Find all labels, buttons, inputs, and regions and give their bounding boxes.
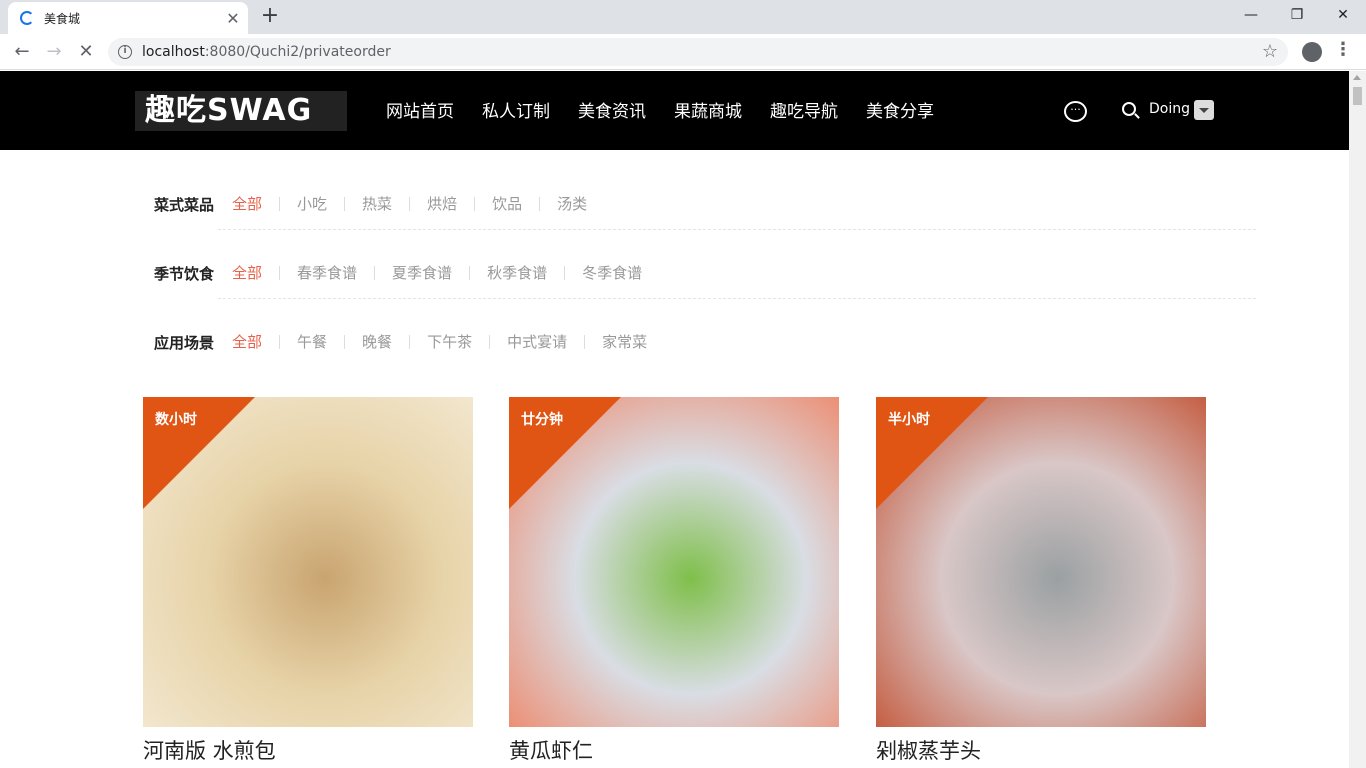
back-button[interactable]: ← xyxy=(8,38,36,66)
filter-option[interactable]: 全部 xyxy=(232,266,279,281)
filter-option[interactable]: 烘焙 xyxy=(409,197,474,212)
filter-row-scenario: 应用场景 全部 午餐 晚餐 下午茶 中式宴请 家常菜 xyxy=(154,330,664,354)
filter-option[interactable]: 家常菜 xyxy=(584,335,664,350)
time-tag-text: 廿分钟 xyxy=(521,412,563,428)
page-content: 趣吃SWAG 网站首页 私人订制 美食资讯 果蔬商城 趣吃导航 美食分享 ···… xyxy=(0,71,1349,768)
close-tab-icon[interactable]: ✕ xyxy=(222,9,244,28)
filter-option[interactable]: 全部 xyxy=(232,197,279,212)
recipe-card[interactable]: 数小时 河南版 水煎包 xyxy=(143,397,473,765)
loading-icon xyxy=(20,11,34,25)
filter-option[interactable]: 全部 xyxy=(232,335,279,350)
time-tag-text: 数小时 xyxy=(155,412,197,428)
nav-food-news[interactable]: 美食资讯 xyxy=(578,97,646,122)
recipe-photo[interactable]: 数小时 xyxy=(143,397,473,727)
site-header: 趣吃SWAG 网站首页 私人订制 美食资讯 果蔬商城 趣吃导航 美食分享 ···… xyxy=(0,71,1349,150)
scroll-up-icon[interactable] xyxy=(1353,75,1361,80)
close-window-button[interactable]: ✕ xyxy=(1320,0,1366,30)
page-scrollbar[interactable] xyxy=(1349,71,1366,768)
filter-option[interactable]: 冬季食谱 xyxy=(564,266,659,281)
restore-button[interactable]: ❐ xyxy=(1274,0,1320,30)
info-icon[interactable]: i xyxy=(118,45,132,59)
new-tab-button[interactable]: + xyxy=(258,4,282,28)
filter-option[interactable]: 春季食谱 xyxy=(279,266,374,281)
search-icon[interactable] xyxy=(1122,102,1136,116)
filter-row-dish-type: 菜式菜品 全部 小吃 热菜 烘焙 饮品 汤类 xyxy=(154,192,604,216)
nav-private-order[interactable]: 私人订制 xyxy=(482,97,550,122)
url-path: :8080/Quchi2/privateorder xyxy=(204,44,391,60)
minimize-button[interactable]: — xyxy=(1228,0,1274,30)
url-host: localhost xyxy=(142,44,205,60)
nav-fruit-shop[interactable]: 果蔬商城 xyxy=(674,97,742,122)
browser-tab-bar: 美食城 ✕ + — ❐ ✕ xyxy=(0,0,1366,34)
divider xyxy=(218,298,1256,299)
scroll-thumb[interactable] xyxy=(1353,87,1362,105)
nav-home[interactable]: 网站首页 xyxy=(386,97,454,122)
user-dropdown-button[interactable] xyxy=(1194,100,1214,120)
browser-toolbar: ← → ✕ i localhost:8080/Quchi2/privateord… xyxy=(0,34,1366,70)
time-tag-text: 半小时 xyxy=(888,412,930,428)
browser-menu-icon[interactable]: ⋮ xyxy=(1334,39,1352,60)
address-bar[interactable]: i localhost:8080/Quchi2/privateorder ☆ xyxy=(108,38,1288,66)
filter-label: 季节饮食 xyxy=(154,264,215,283)
chat-icon[interactable]: ··· xyxy=(1064,101,1087,122)
username[interactable]: Doing xyxy=(1149,101,1190,117)
recipe-photo[interactable]: 半小时 xyxy=(876,397,1206,727)
forward-button[interactable]: → xyxy=(40,38,68,66)
filter-label: 菜式菜品 xyxy=(154,195,215,214)
filter-option[interactable]: 小吃 xyxy=(279,197,344,212)
main-nav: 网站首页 私人订制 美食资讯 果蔬商城 趣吃导航 美食分享 xyxy=(386,97,962,122)
filter-option[interactable]: 中式宴请 xyxy=(489,335,584,350)
stop-loading-button[interactable]: ✕ xyxy=(72,38,100,66)
recipe-name[interactable]: 河南版 水煎包 xyxy=(143,735,473,765)
profile-avatar-icon[interactable] xyxy=(1302,42,1322,62)
filter-option[interactable]: 夏季食谱 xyxy=(374,266,469,281)
recipe-card[interactable]: 廿分钟 黄瓜虾仁 xyxy=(509,397,839,765)
browser-tab[interactable]: 美食城 ✕ xyxy=(8,2,248,34)
divider xyxy=(218,229,1256,230)
filter-option[interactable]: 晚餐 xyxy=(344,335,409,350)
site-logo[interactable]: 趣吃SWAG xyxy=(135,91,347,131)
filter-row-season: 季节饮食 全部 春季食谱 夏季食谱 秋季食谱 冬季食谱 xyxy=(154,261,659,285)
recipe-photo[interactable]: 廿分钟 xyxy=(509,397,839,727)
bookmark-star-icon[interactable]: ☆ xyxy=(1262,41,1278,62)
filter-label: 应用场景 xyxy=(154,333,215,352)
recipe-name[interactable]: 黄瓜虾仁 xyxy=(509,735,839,765)
nav-share[interactable]: 美食分享 xyxy=(866,97,934,122)
filter-option[interactable]: 汤类 xyxy=(539,197,604,212)
filter-option[interactable]: 秋季食谱 xyxy=(469,266,564,281)
filter-option[interactable]: 饮品 xyxy=(474,197,539,212)
nav-guide[interactable]: 趣吃导航 xyxy=(770,97,838,122)
recipe-card[interactable]: 半小时 剁椒蒸芋头 xyxy=(876,397,1206,765)
filter-option[interactable]: 午餐 xyxy=(279,335,344,350)
tab-title: 美食城 xyxy=(44,11,81,26)
filter-option[interactable]: 下午茶 xyxy=(409,335,489,350)
filter-option[interactable]: 热菜 xyxy=(344,197,409,212)
recipe-name[interactable]: 剁椒蒸芋头 xyxy=(876,735,1206,765)
